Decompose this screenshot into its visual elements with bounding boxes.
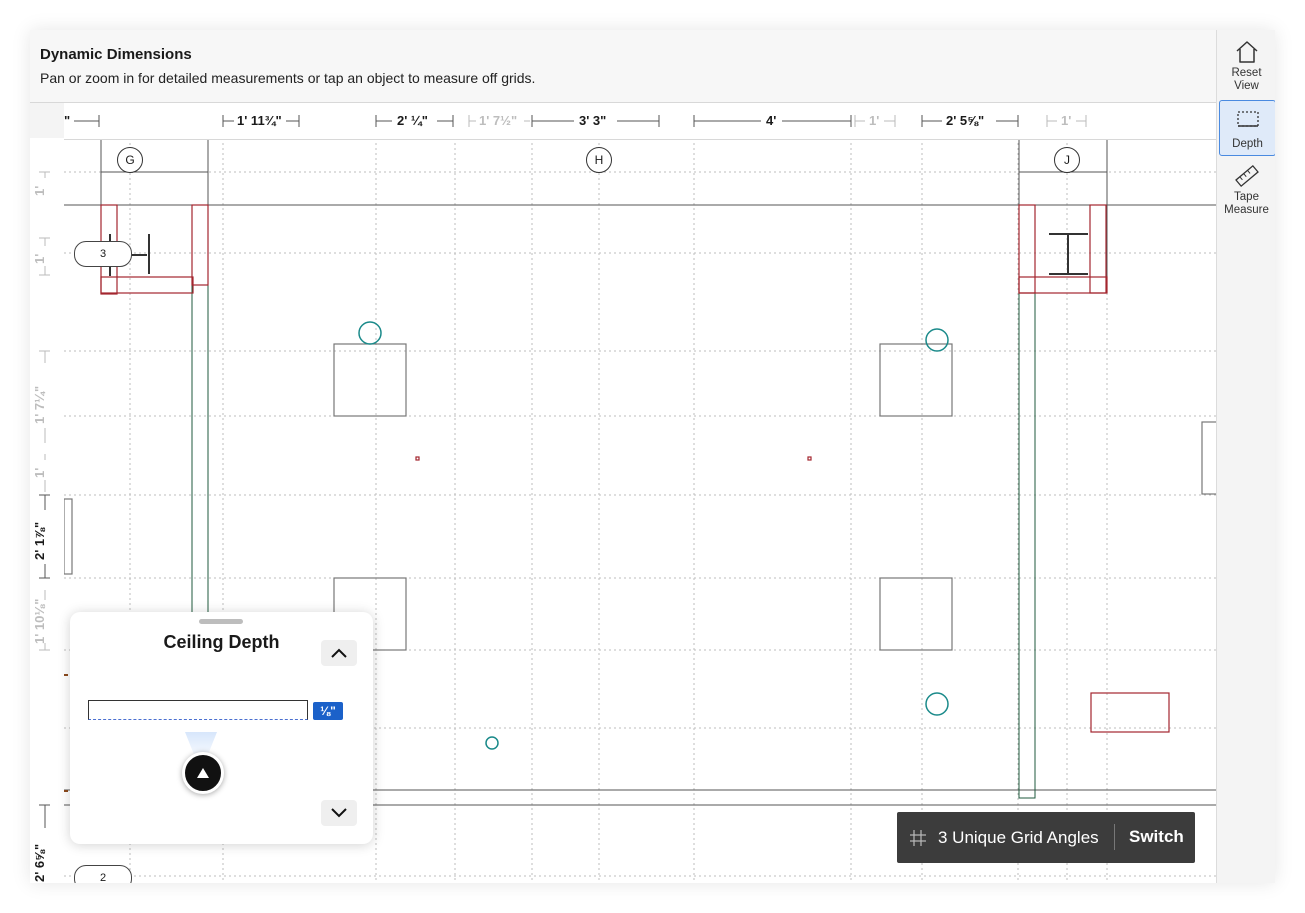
grid-angles-toast: 3 Unique Grid Angles Switch — [897, 812, 1195, 863]
grid-icon — [910, 830, 926, 846]
chevron-down-icon — [331, 808, 347, 818]
level-pill-3[interactable]: 3 — [74, 241, 132, 267]
ceiling-depth-panel: Ceiling Depth ⅛" — [70, 612, 373, 844]
depth-up-button[interactable] — [321, 640, 357, 666]
toast-message: 3 Unique Grid Angles — [938, 828, 1099, 847]
fixtures[interactable] — [64, 343, 1216, 651]
ruler-corner — [30, 102, 64, 139]
drag-handle[interactable] — [199, 619, 243, 624]
ruler-top-label: 1' 7½" — [479, 113, 518, 128]
ruler-top-label: 2' ¼" — [397, 113, 428, 128]
ruler-top-label: 1' — [1061, 113, 1072, 128]
ruler-top: " 1' 11¾" 2' ¼" 1' 7½" 3' 3" 4' 1' 2' 5⅝… — [64, 102, 1216, 140]
ruler-top-label: 4' — [766, 113, 777, 128]
app-window: G H J 3 2 Dynamic Dimensions Pan or zoom… — [30, 30, 1275, 883]
locate-button[interactable] — [182, 752, 224, 794]
ruler-top-label: 1' — [869, 113, 880, 128]
ruler-left-label: 2' 1⅞" — [32, 521, 47, 560]
ruler-top-label: 1' 11¾" — [237, 113, 282, 128]
edge-markers — [64, 674, 68, 792]
ruler-icon — [1234, 164, 1259, 188]
home-icon — [1235, 41, 1258, 63]
grid-label-j: J — [1054, 147, 1080, 173]
ruler-left-label: 1' — [32, 185, 47, 196]
unit-badge[interactable]: ⅛" — [313, 702, 343, 720]
depth-input[interactable] — [88, 700, 308, 720]
depth-button[interactable]: Depth — [1219, 100, 1275, 156]
ruler-top-label: 2' 5⅝" — [946, 113, 985, 128]
depth-down-button[interactable] — [321, 800, 357, 826]
ruler-left-label: 1' 10⅛" — [32, 598, 47, 644]
ruler-top-label: " — [64, 113, 71, 128]
page-subtitle: Pan or zoom in for detailed measurements… — [40, 70, 536, 86]
ruler-left-label: 1' — [32, 467, 47, 478]
round-fixtures[interactable] — [358, 321, 949, 750]
grid-label-h: H — [586, 147, 612, 173]
tape-measure-button[interactable]: Tape Measure — [1219, 162, 1274, 220]
ruler-left-label: 2' 6⅝" — [32, 843, 47, 882]
reset-view-label: Reset View — [1231, 67, 1262, 92]
ruler-top-label: 3' 3" — [579, 113, 607, 128]
ruler-left: 1' 1' 1' 7¼" 1' 2' 1⅞" 1' 10⅛" 2' 6⅝" — [30, 138, 64, 883]
depth-label: Depth — [1232, 138, 1263, 150]
navigation-arrow-icon — [197, 768, 209, 778]
tape-measure-label: Tape Measure — [1224, 191, 1269, 216]
toast-divider — [1114, 824, 1115, 850]
ruler-left-label: 1' — [32, 253, 47, 264]
switch-button[interactable]: Switch — [1129, 827, 1184, 847]
grid-label-g: G — [117, 147, 143, 173]
tool-sidebar: Reset View Depth Tape Measure — [1216, 30, 1275, 883]
depth-icon — [1236, 111, 1259, 127]
page-title: Dynamic Dimensions — [40, 46, 192, 63]
chevron-up-icon — [331, 648, 347, 658]
ruler-left-ticks — [39, 171, 50, 828]
header: Dynamic Dimensions Pan or zoom in for de… — [30, 30, 1216, 102]
level-pill-2[interactable]: 2 — [74, 865, 132, 883]
reset-view-button[interactable]: Reset View — [1219, 38, 1274, 96]
ruler-left-label: 1' 7¼" — [32, 385, 47, 424]
